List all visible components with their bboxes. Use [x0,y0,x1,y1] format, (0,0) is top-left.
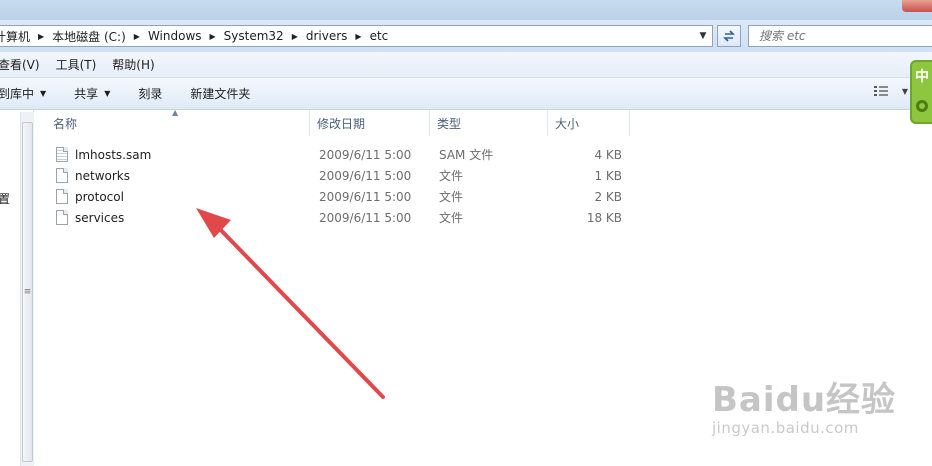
file-name: services [75,210,125,225]
menu-view[interactable]: 查看(V) [0,56,48,73]
chevron-down-icon: ▼ [901,86,908,96]
file-row-networks[interactable]: networks 2009/6/11 5:00 文件 1 KB [46,165,646,186]
column-header-size[interactable]: 大小 [548,110,630,136]
breadcrumb-label: Windows [147,29,202,43]
file-date: 2009/6/11 5:00 [319,147,412,162]
baidu-logo: Baidu经验 [712,380,897,420]
address-history-dropdown-icon[interactable]: ▼ [694,26,712,46]
breadcrumb-etc[interactable]: etc [364,26,395,46]
column-header-label: 大小 [555,116,580,131]
breadcrumb-windows[interactable]: Windows ▶ [142,26,218,46]
file-icon [56,210,68,225]
file-row-protocol[interactable]: protocol 2009/6/11 5:00 文件 2 KB [46,186,646,207]
new-folder-label: 新建文件夹 [190,87,251,101]
share-label: 共享 [74,87,99,101]
breadcrumb-arrow-icon[interactable]: ▶ [36,32,46,41]
breadcrumb-drivers[interactable]: drivers ▶ [300,26,364,46]
file-date: 2009/6/11 5:00 [319,210,412,225]
search-box[interactable] [748,25,932,47]
navigation-pane: 置 ≡ [0,110,34,466]
gear-icon[interactable] [916,100,928,112]
file-date: 2009/6/11 5:00 [319,168,412,183]
file-size: 1 KB [594,168,622,183]
file-name-cell: lmhosts.sam [46,147,310,162]
file-type: 文件 [439,169,464,183]
menu-bar: 查看(V) 工具(T) 帮助(H) [0,52,932,78]
breadcrumb-arrow-icon[interactable]: ▶ [290,32,300,41]
annotation-arrow-shaft [211,220,385,399]
ime-mode-label: 中 [915,69,929,85]
sort-ascending-icon: ▲ [172,108,179,117]
file-name-cell: protocol [46,189,310,204]
breadcrumb-label: etc [369,29,389,43]
file-icon [56,189,68,204]
chevron-down-icon: ▼ [40,89,47,98]
burn-label: 刻录 [138,87,163,101]
file-list-header: 名称 ▲ 修改日期 类型 大小 [46,108,630,136]
column-header-date[interactable]: 修改日期 [310,110,430,136]
watermark-url: jingyan.baidu.com [712,419,859,437]
new-folder-button[interactable]: 新建文件夹 [176,85,264,102]
breadcrumb-arrow-icon[interactable]: ▶ [353,32,363,41]
menu-help[interactable]: 帮助(H) [104,56,162,73]
column-header-label: 名称 [53,116,78,131]
include-in-library-button[interactable]: 到库中 ▼ [0,85,60,102]
breadcrumb-label: 本地磁盘 (C:) [52,29,126,44]
breadcrumb-computer[interactable]: 计算机 ▶ [0,26,46,46]
file-type: 文件 [439,211,464,225]
column-header-type[interactable]: 类型 [430,110,548,136]
view-list-icon [873,86,888,96]
file-type: 文件 [439,190,464,204]
baidu-watermark: Baidu经验 jingyan.baidu.com [712,372,912,452]
breadcrumb-arrow-icon[interactable]: ▶ [132,32,142,41]
command-bar: 到库中 ▼ 共享 ▼ 刻录 新建文件夹 ▼ [0,78,932,110]
file-row-services[interactable]: services 2009/6/11 5:00 文件 18 KB [46,207,646,228]
share-button[interactable]: 共享 ▼ [60,85,124,102]
file-date: 2009/6/11 5:00 [319,189,412,204]
breadcrumb-arrow-icon[interactable]: ▶ [208,32,218,41]
close-window-button[interactable] [902,0,932,12]
file-name: networks [75,168,130,183]
include-in-library-label: 到库中 [0,87,35,101]
menu-tools[interactable]: 工具(T) [48,56,105,73]
file-size: 18 KB [586,210,622,225]
column-header-label: 修改日期 [317,116,366,131]
file-name-cell: networks [46,168,310,183]
change-view-button[interactable]: ▼ [873,85,908,97]
file-name: lmhosts.sam [75,147,152,162]
breadcrumb-label: 计算机 [0,29,31,44]
nav-scrollbar[interactable]: ≡ [20,112,34,466]
file-icon [56,168,68,183]
window-title-bar [0,0,932,20]
refresh-button[interactable] [717,25,741,47]
file-row-lmhosts[interactable]: lmhosts.sam 2009/6/11 5:00 SAM 文件 4 KB [46,144,646,165]
address-bar-row: 计算机 ▶ 本地磁盘 (C:) ▶ Windows ▶ System32 ▶ d… [0,20,932,52]
chevron-down-icon: ▼ [104,89,111,98]
file-name: protocol [75,189,124,204]
breadcrumb-label: System32 [223,29,284,43]
file-name-cell: services [46,210,310,225]
column-header-name[interactable]: 名称 ▲ [46,108,310,136]
file-type: SAM 文件 [439,148,494,162]
address-bar[interactable]: 计算机 ▶ 本地磁盘 (C:) ▶ Windows ▶ System32 ▶ d… [0,25,713,47]
sam-file-icon [56,147,68,162]
breadcrumb-local-disk[interactable]: 本地磁盘 (C:) ▶ [46,26,142,46]
file-size: 4 KB [594,147,622,162]
breadcrumb-label: drivers [305,29,348,43]
breadcrumb-system32[interactable]: System32 ▶ [218,26,300,46]
nav-item-label[interactable]: 置 [0,190,10,207]
file-size: 2 KB [594,189,622,204]
column-header-label: 类型 [437,116,462,131]
burn-button[interactable]: 刻录 [124,85,176,102]
ime-toolbar[interactable]: 中 [910,60,932,124]
nav-scrollbar-thumb[interactable]: ≡ [22,122,33,462]
file-list: lmhosts.sam 2009/6/11 5:00 SAM 文件 4 KB n… [46,144,646,228]
search-input[interactable] [749,26,932,46]
refresh-icon [723,30,735,42]
